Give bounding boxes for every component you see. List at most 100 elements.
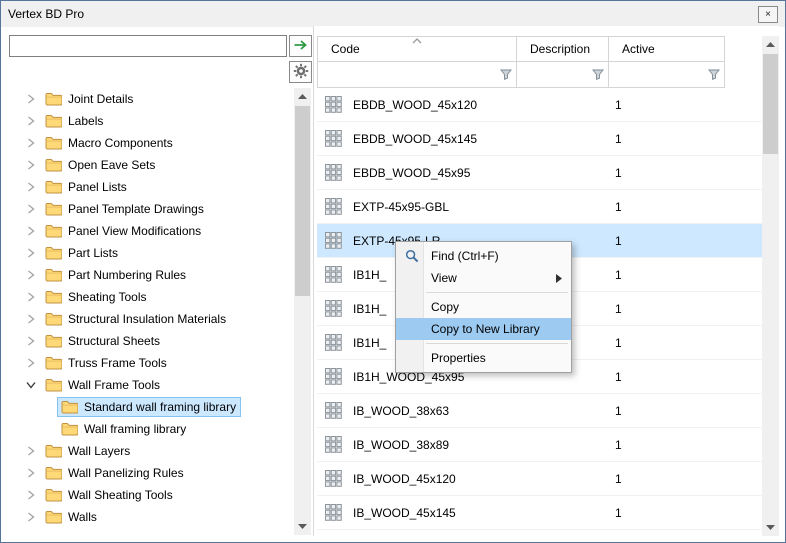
tree-node: Open Eave Sets <box>41 155 160 175</box>
chevron-right-icon[interactable] <box>23 135 39 151</box>
filter-icon[interactable] <box>708 69 720 80</box>
table-row[interactable]: EBDB_WOOD_45x1451 <box>317 122 763 156</box>
search-input[interactable] <box>9 35 287 57</box>
tree-item-wall-sheating-tools[interactable]: Wall Sheating Tools <box>9 484 294 506</box>
filter-cell-code[interactable] <box>317 62 517 88</box>
tree-item-label: Wall Layers <box>68 444 130 458</box>
filter-icon[interactable] <box>500 69 512 80</box>
scroll-up-button[interactable] <box>294 88 311 105</box>
table-row[interactable]: EBDB_WOOD_45x1201 <box>317 88 763 122</box>
close-button[interactable]: × <box>758 6 778 23</box>
panel-icon <box>325 266 343 283</box>
panel-icon <box>325 402 343 419</box>
tree-item-label: Truss Frame Tools <box>68 356 167 370</box>
folder-icon <box>45 356 62 370</box>
tree-item-structural-sheets[interactable]: Structural Sheets <box>9 330 294 352</box>
column-header-active[interactable]: Active <box>609 36 725 62</box>
table-row[interactable]: EBDB_WOOD_45x951 <box>317 156 763 190</box>
chevron-right-icon[interactable] <box>23 509 39 525</box>
scroll-up-button[interactable] <box>762 36 779 53</box>
scroll-down-button[interactable] <box>762 519 779 536</box>
chevron-right-icon[interactable] <box>23 157 39 173</box>
chevron-right-icon[interactable] <box>23 223 39 239</box>
scroll-thumb[interactable] <box>295 106 310 296</box>
column-header-label: Active <box>622 42 655 56</box>
settings-button[interactable] <box>289 61 312 83</box>
table-row[interactable]: IB_WOOD_38x631 <box>317 394 763 428</box>
tree-scrollbar[interactable] <box>294 88 311 535</box>
tree-item-structural-insulation-materials[interactable]: Structural Insulation Materials <box>9 308 294 330</box>
tree-item-labels[interactable]: Labels <box>9 110 294 132</box>
tree-item-wall-framing-library[interactable]: Wall framing library <box>9 418 294 440</box>
folder-icon <box>45 444 62 458</box>
titlebar: Vertex BD Pro × <box>1 1 785 27</box>
chevron-right-icon[interactable] <box>23 113 39 129</box>
tree-item-part-numbering-rules[interactable]: Part Numbering Rules <box>9 264 294 286</box>
column-header-label: Description <box>530 42 590 56</box>
panel-icon <box>325 368 343 385</box>
panel-icon <box>325 436 343 453</box>
chevron-right-icon[interactable] <box>23 201 39 217</box>
scroll-thumb[interactable] <box>763 54 778 154</box>
menu-item-label: View <box>431 271 457 285</box>
tree-item-walls[interactable]: Walls <box>9 506 294 528</box>
tree-item-label: Wall framing library <box>84 422 186 436</box>
menu-item-properties[interactable]: Properties <box>396 347 571 369</box>
chevron-right-icon[interactable] <box>23 355 39 371</box>
row-active: 1 <box>615 268 622 282</box>
chevron-right-icon[interactable] <box>23 465 39 481</box>
tree-item-part-lists[interactable]: Part Lists <box>9 242 294 264</box>
menu-item-find-ctrl-f[interactable]: Find (Ctrl+F) <box>396 245 571 267</box>
filter-cell-description[interactable] <box>517 62 609 88</box>
menu-separator <box>426 343 568 344</box>
chevron-right-icon[interactable] <box>23 245 39 261</box>
tree-item-panel-template-drawings[interactable]: Panel Template Drawings <box>9 198 294 220</box>
tree-item-macro-components[interactable]: Macro Components <box>9 132 294 154</box>
chevron-right-icon[interactable] <box>23 487 39 503</box>
tree-item-panel-lists[interactable]: Panel Lists <box>9 176 294 198</box>
filter-icon[interactable] <box>592 69 604 80</box>
filter-cell-active[interactable] <box>609 62 725 88</box>
chevron-right-icon[interactable] <box>23 179 39 195</box>
chevron-right-icon[interactable] <box>23 91 39 107</box>
tree-item-wall-panelizing-rules[interactable]: Wall Panelizing Rules <box>9 462 294 484</box>
tree-item-sheating-tools[interactable]: Sheating Tools <box>9 286 294 308</box>
chevron-right-icon[interactable] <box>23 333 39 349</box>
tree-item-joint-details[interactable]: Joint Details <box>9 88 294 110</box>
panel-icon <box>325 198 343 215</box>
table-row[interactable]: IB_WOOD_45x1451 <box>317 496 763 530</box>
chevron-right-icon[interactable] <box>23 443 39 459</box>
search-go-button[interactable] <box>289 35 312 57</box>
row-code: IB_WOOD_38x89 <box>353 438 449 452</box>
column-header-code[interactable]: Code <box>317 36 517 62</box>
folder-icon <box>45 92 62 106</box>
tree-item-truss-frame-tools[interactable]: Truss Frame Tools <box>9 352 294 374</box>
menu-item-copy-to-new-library[interactable]: Copy to New Library <box>396 318 571 340</box>
tree-item-wall-layers[interactable]: Wall Layers <box>9 440 294 462</box>
tree-node: Part Lists <box>41 243 123 263</box>
folder-icon <box>61 422 78 436</box>
row-code: EXTP-45x95-GBL <box>353 200 449 214</box>
row-active: 1 <box>615 472 622 486</box>
tree-item-panel-view-modifications[interactable]: Panel View Modifications <box>9 220 294 242</box>
tree-item-standard-wall-framing-library[interactable]: Standard wall framing library <box>9 396 294 418</box>
chevron-down-icon[interactable] <box>23 377 39 393</box>
table-row[interactable]: IB_WOOD_38x891 <box>317 428 763 462</box>
menu-item-copy[interactable]: Copy <box>396 296 571 318</box>
tree-item-wall-frame-tools[interactable]: Wall Frame Tools <box>9 374 294 396</box>
table-row[interactable]: IB_WOOD_45x1201 <box>317 462 763 496</box>
row-active: 1 <box>615 234 622 248</box>
tree-item-label: Panel Template Drawings <box>68 202 204 216</box>
menu-item-view[interactable]: View <box>396 267 571 289</box>
table-row[interactable]: EXTP-45x95-GBL1 <box>317 190 763 224</box>
chevron-right-icon[interactable] <box>23 311 39 327</box>
tree-item-open-eave-sets[interactable]: Open Eave Sets <box>9 154 294 176</box>
chevron-right-icon[interactable] <box>23 289 39 305</box>
column-header-description[interactable]: Description <box>517 36 609 62</box>
panel-icon <box>325 334 343 351</box>
tree-node: Wall Frame Tools <box>41 375 165 395</box>
chevron-right-icon[interactable] <box>23 267 39 283</box>
go-arrow-icon <box>293 39 308 54</box>
scroll-down-button[interactable] <box>294 518 311 535</box>
grid-scrollbar[interactable] <box>762 36 779 536</box>
